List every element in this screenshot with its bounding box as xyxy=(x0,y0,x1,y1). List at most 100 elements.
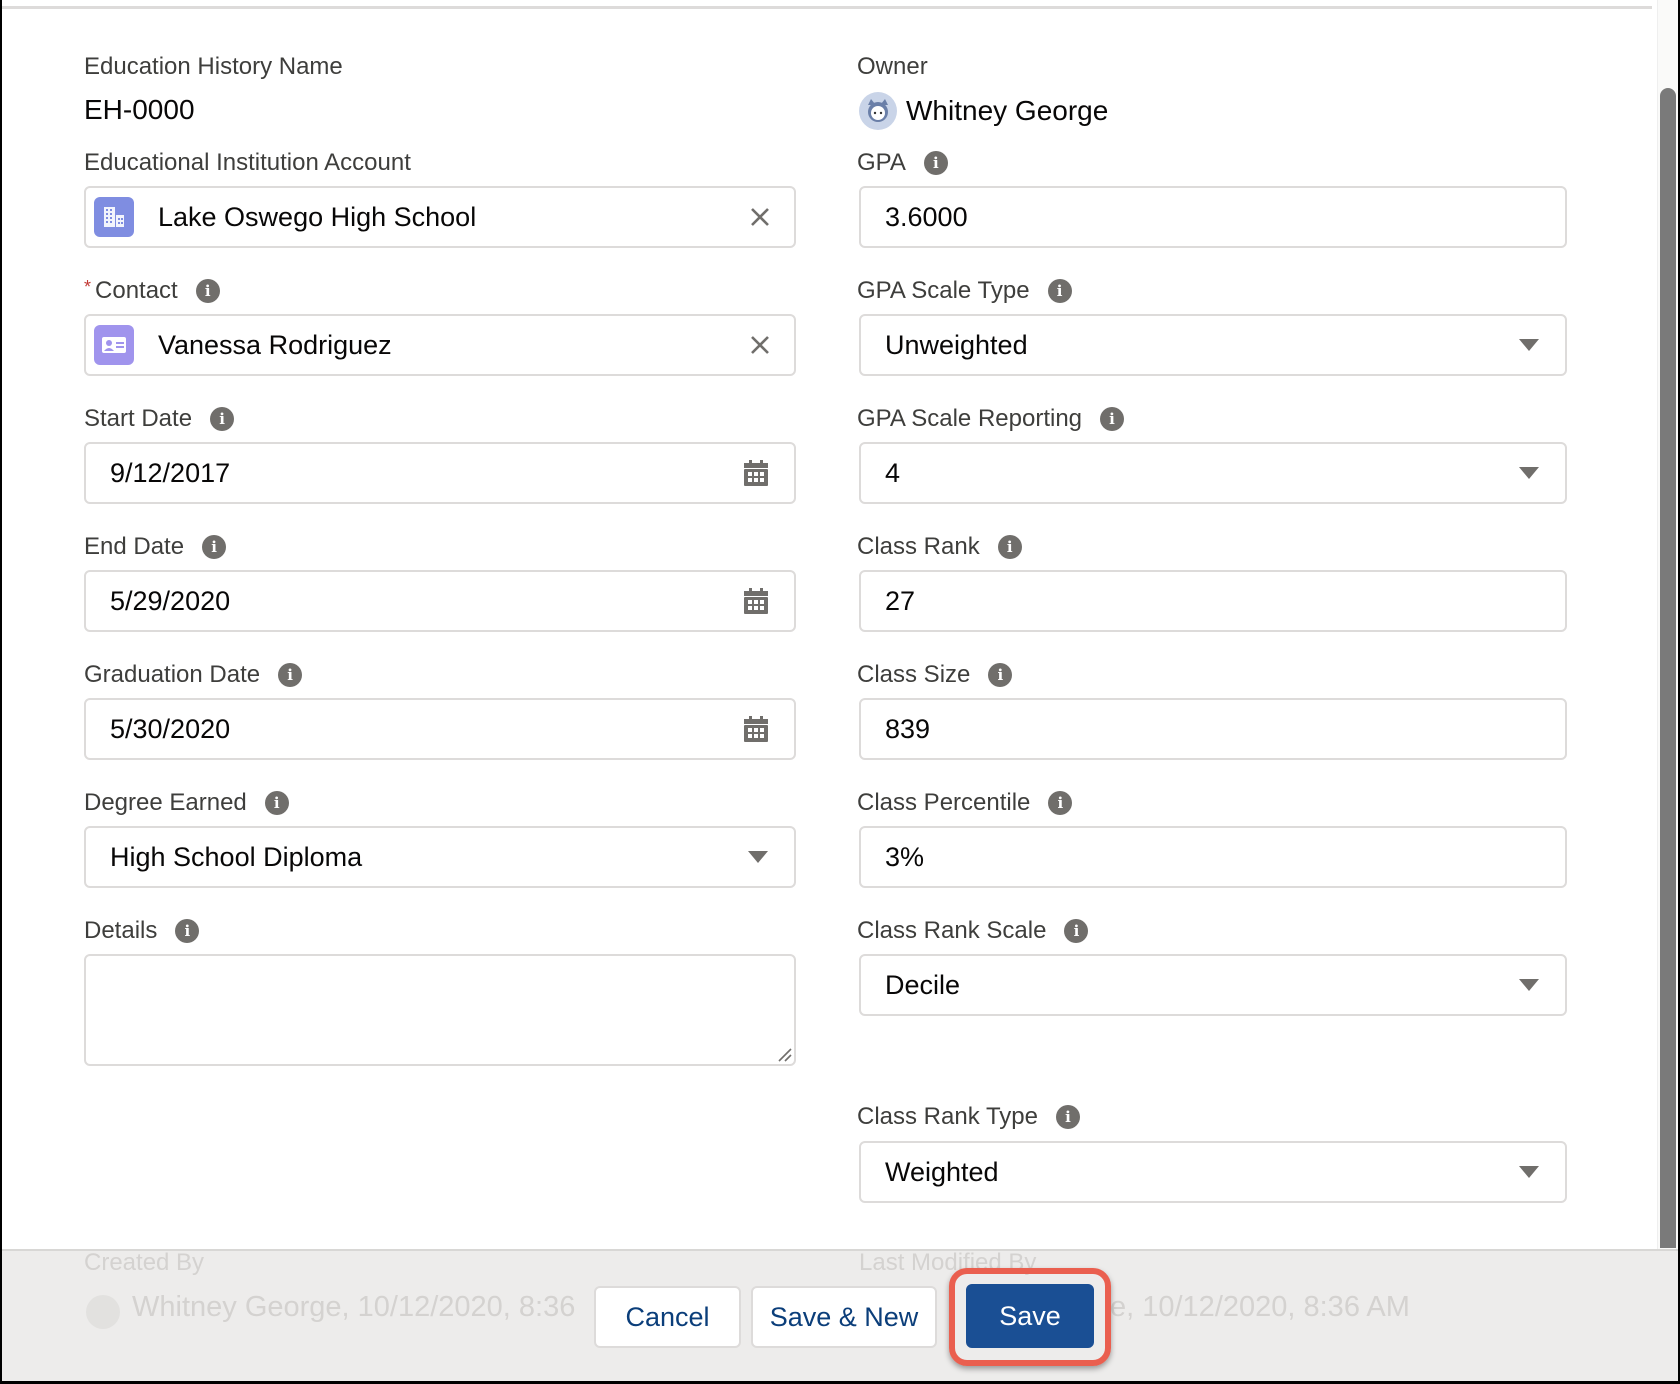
gpa-input[interactable]: 3.6000 xyxy=(859,186,1567,248)
start-date-value: 9/12/2017 xyxy=(110,457,231,488)
label-text: Start Date xyxy=(84,405,193,432)
label-text: Graduation Date xyxy=(84,661,261,688)
class-rank-type-select[interactable]: Weighted xyxy=(859,1141,1567,1203)
start-date-input[interactable]: 9/12/2017 xyxy=(84,442,796,504)
modal-top-border xyxy=(2,6,1652,9)
label-text: GPA Scale Reporting xyxy=(857,405,1083,432)
label-text: Owner xyxy=(857,53,928,80)
info-icon[interactable]: i xyxy=(997,535,1022,559)
contact-label: * Contact i xyxy=(84,276,220,306)
contact-lookup-field[interactable]: Vanessa Rodriguez xyxy=(84,314,796,376)
save-and-new-button[interactable]: Save & New xyxy=(751,1286,937,1348)
scrollbar-thumb[interactable] xyxy=(1660,88,1676,1248)
label-text: Class Rank xyxy=(857,533,980,560)
avatar xyxy=(859,92,897,130)
graduation-date-value: 5/30/2020 xyxy=(110,713,231,744)
calendar-icon[interactable] xyxy=(736,581,776,621)
class-rank-scale-value: Decile xyxy=(885,969,961,1000)
avatar xyxy=(86,1295,120,1329)
class-rank-type-label: Class Rank Type i xyxy=(857,1102,1080,1132)
info-icon[interactable]: i xyxy=(202,535,227,559)
info-icon[interactable]: i xyxy=(1055,1105,1080,1129)
end-date-value: 5/29/2020 xyxy=(110,585,231,616)
chevron-down-icon[interactable] xyxy=(1509,325,1549,365)
class-size-value: 839 xyxy=(885,713,931,744)
calendar-icon[interactable] xyxy=(736,453,776,493)
owner-value[interactable]: Whitney George xyxy=(906,94,1108,128)
chevron-down-icon[interactable] xyxy=(1509,965,1549,1005)
calendar-icon[interactable] xyxy=(736,709,776,749)
label-text: GPA xyxy=(857,149,906,176)
class-size-label: Class Size i xyxy=(857,660,1013,690)
end-date-input[interactable]: 5/29/2020 xyxy=(84,570,796,632)
info-icon[interactable]: i xyxy=(278,663,303,687)
class-percentile-label: Class Percentile i xyxy=(857,788,1073,818)
save-button[interactable]: Save xyxy=(966,1284,1094,1348)
label-text: Details xyxy=(84,917,158,944)
degree-earned-value: High School Diploma xyxy=(110,841,363,872)
gpa-scale-type-value: Unweighted xyxy=(885,329,1028,360)
info-icon[interactable]: i xyxy=(264,791,289,815)
label-text: Class Rank Type xyxy=(857,1103,1038,1130)
details-label: Details i xyxy=(84,916,200,946)
gpa-value: 3.6000 xyxy=(885,201,968,232)
last-modified-value: e, 10/12/2020, 8:36 AM xyxy=(1110,1291,1410,1323)
label-text: Class Percentile xyxy=(857,789,1031,816)
label-text: Class Size xyxy=(857,661,971,688)
class-rank-input[interactable]: 27 xyxy=(859,570,1567,632)
class-size-input[interactable]: 839 xyxy=(859,698,1567,760)
chevron-down-icon[interactable] xyxy=(738,837,778,877)
chevron-down-icon[interactable] xyxy=(1509,453,1549,493)
info-icon[interactable]: i xyxy=(1100,407,1125,431)
info-icon[interactable]: i xyxy=(1047,279,1072,303)
degree-earned-label: Degree Earned i xyxy=(84,788,289,818)
gpa-scale-type-select[interactable]: Unweighted xyxy=(859,314,1567,376)
contact-card-icon xyxy=(94,325,134,365)
class-rank-scale-label: Class Rank Scale i xyxy=(857,916,1089,946)
label-text: Educational Institution Account xyxy=(84,149,411,176)
gpa-scale-type-label: GPA Scale Type i xyxy=(857,276,1072,306)
cancel-button[interactable]: Cancel xyxy=(594,1286,741,1348)
chevron-down-icon[interactable] xyxy=(1509,1152,1549,1192)
institution-label: Educational Institution Account xyxy=(84,148,411,178)
institution-lookup-field[interactable]: Lake Oswego High School xyxy=(84,186,796,248)
info-icon[interactable]: i xyxy=(923,151,948,175)
created-by-label: Created By xyxy=(84,1249,205,1276)
contact-value: Vanessa Rodriguez xyxy=(158,329,392,360)
label-text: End Date xyxy=(84,533,185,560)
end-date-label: End Date i xyxy=(84,532,227,562)
required-asterisk: * xyxy=(84,277,92,297)
label-text: GPA Scale Type xyxy=(857,277,1030,304)
info-icon[interactable]: i xyxy=(195,279,220,303)
class-rank-label: Class Rank i xyxy=(857,532,1022,562)
graduation-date-input[interactable]: 5/30/2020 xyxy=(84,698,796,760)
class-rank-type-value: Weighted xyxy=(885,1156,999,1187)
created-by-value: Whitney George, 10/12/2020, 8:36 xyxy=(132,1291,576,1323)
gpa-scale-reporting-value: 4 xyxy=(885,457,901,488)
class-rank-value: 27 xyxy=(885,585,916,616)
label-text: Education History Name xyxy=(84,53,343,80)
class-rank-scale-select[interactable]: Decile xyxy=(859,954,1567,1016)
class-percentile-value: 3% xyxy=(885,841,925,872)
info-icon[interactable]: i xyxy=(1064,919,1089,943)
owner-value-row: Whitney George xyxy=(859,92,1108,130)
edit-education-history-modal: Education History Name EH-0000 Education… xyxy=(2,0,1678,1381)
resize-handle-icon[interactable] xyxy=(776,1046,792,1062)
label-text: Class Rank Scale xyxy=(857,917,1047,944)
info-icon[interactable]: i xyxy=(988,663,1013,687)
clear-contact-icon[interactable] xyxy=(740,325,780,365)
details-textarea[interactable] xyxy=(84,954,796,1066)
gpa-scale-reporting-select[interactable]: 4 xyxy=(859,442,1567,504)
label-text: Degree Earned xyxy=(84,789,247,816)
graduation-date-label: Graduation Date i xyxy=(84,660,303,690)
info-icon[interactable]: i xyxy=(210,407,235,431)
degree-earned-select[interactable]: High School Diploma xyxy=(84,826,796,888)
info-icon[interactable]: i xyxy=(1048,791,1073,815)
institution-value: Lake Oswego High School xyxy=(158,201,477,232)
clear-institution-icon[interactable] xyxy=(740,197,780,237)
education-history-name-value: EH-0000 xyxy=(84,94,195,125)
owner-label: Owner xyxy=(857,52,928,82)
class-percentile-input[interactable]: 3% xyxy=(859,826,1567,888)
info-icon[interactable]: i xyxy=(175,919,200,943)
modal-footer: Created By Whitney George, 10/12/2020, 8… xyxy=(2,1249,1678,1381)
